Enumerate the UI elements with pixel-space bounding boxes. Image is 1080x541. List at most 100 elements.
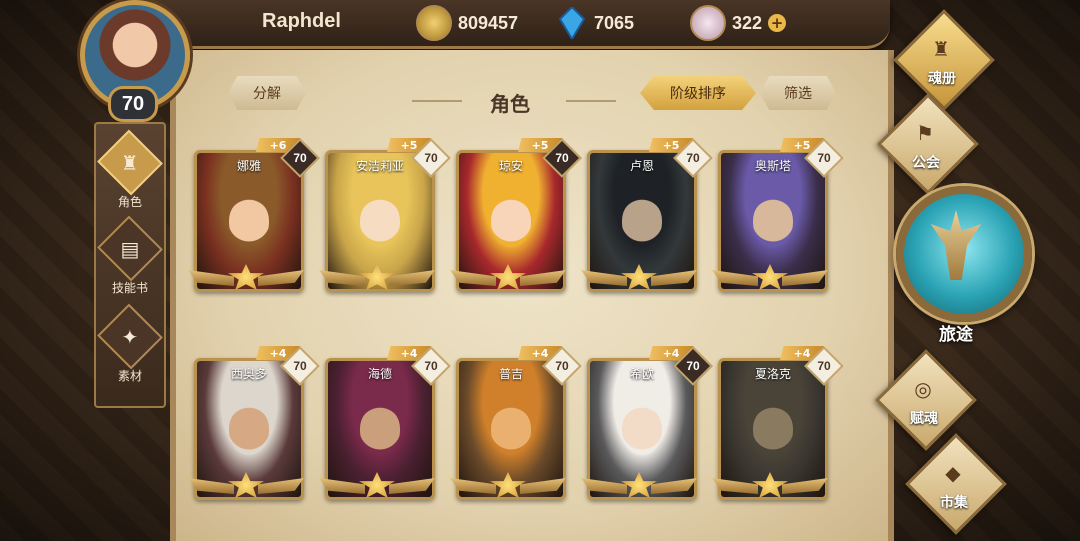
hero-level: 70: [817, 151, 831, 165]
hero-card[interactable]: 海德 +4 70: [319, 346, 451, 500]
rank-crest: [581, 472, 697, 500]
blue-crystal-icon: [556, 7, 588, 39]
skill-book-icon: ▤: [120, 236, 140, 261]
market-icon: ◆: [945, 461, 961, 485]
hero-level: 70: [686, 151, 700, 165]
rank-crest: [712, 472, 828, 500]
hero-level: 70: [686, 359, 700, 373]
gold-resource[interactable]: 809457: [416, 5, 519, 41]
hero-face: [622, 199, 662, 247]
hero-card[interactable]: 娜雅 +6 70: [188, 138, 320, 292]
gold-amount: 809457: [458, 12, 519, 33]
soul-book-label: 魂册: [928, 71, 956, 87]
rank-crest: [319, 264, 435, 292]
rank-crest: [581, 264, 697, 292]
rank-crest: [188, 472, 304, 500]
soul-book-icon: ♜: [932, 37, 950, 61]
gem-amount: 322: [732, 12, 763, 33]
crest-wing-left: [450, 270, 496, 286]
tab-label: 技能书: [111, 281, 148, 295]
hero-face: [753, 407, 793, 455]
hero-level: 70: [817, 359, 831, 373]
crest-wing-right: [258, 270, 304, 286]
tab-materials[interactable]: ✦ 素材: [96, 303, 164, 384]
soul-book-button[interactable]: ♜ 魂册: [893, 9, 995, 111]
hero-face: [360, 407, 400, 455]
hero-level: 70: [293, 151, 307, 165]
hero-face: [229, 199, 269, 247]
crest-wing-left: [712, 478, 758, 494]
hero-card[interactable]: 奥斯塔 +5 70: [712, 138, 844, 292]
guild-icon: ⚑: [916, 121, 934, 145]
crystal-resource[interactable]: 7065: [556, 6, 634, 40]
hero-card[interactable]: 夏洛克 +4 70: [712, 346, 844, 500]
crest-wing-right: [651, 270, 697, 286]
soul-infuse-icon: ◎: [914, 377, 932, 401]
crest-wing-right: [520, 270, 566, 286]
hero-face: [360, 199, 400, 247]
sort-by-rank-button[interactable]: 阶级排序: [640, 76, 756, 110]
title-flourish-right: [566, 100, 616, 102]
player-level: 70: [108, 86, 158, 122]
gem-resource[interactable]: 322 +: [690, 5, 787, 41]
material-icon: ✦: [121, 324, 139, 349]
decompose-button[interactable]: 分解: [228, 76, 306, 110]
rank-crest: [319, 472, 435, 500]
market-label: 市集: [940, 495, 968, 511]
hero-face: [622, 407, 662, 455]
rank-crest: [450, 472, 566, 500]
crest-wing-left: [188, 478, 234, 494]
title-flourish-left: [412, 100, 462, 102]
add-gem-button[interactable]: +: [768, 14, 787, 32]
hero-face: [491, 407, 531, 455]
tab-label: 素材: [117, 369, 142, 383]
hero-face: [491, 199, 531, 247]
player-name: Raphdel: [262, 10, 341, 32]
tab-heroes[interactable]: ♜ 角色: [96, 129, 164, 210]
hero-level: 70: [424, 151, 438, 165]
hero-level: 70: [555, 151, 569, 165]
tab-label: 角色: [117, 195, 142, 209]
crest-wing-left: [581, 478, 627, 494]
crest-wing-left: [188, 270, 234, 286]
crystal-amount: 7065: [594, 12, 635, 33]
tab-skill-books[interactable]: ▤ 技能书: [96, 215, 164, 296]
crest-wing-right: [782, 270, 828, 286]
hero-card[interactable]: 琼安 +5 70: [450, 138, 582, 292]
rank-crest: [712, 264, 828, 292]
hero-face: [753, 199, 793, 247]
crest-wing-left: [581, 270, 627, 286]
helmet-icon: ♜: [121, 150, 139, 175]
market-button[interactable]: ◆ 市集: [905, 433, 1007, 535]
crest-wing-right: [389, 270, 435, 286]
hero-face: [229, 407, 269, 455]
hero-level: 70: [424, 359, 438, 373]
crest-wing-left: [319, 478, 365, 494]
crest-wing-right: [389, 478, 435, 494]
journey-label: 旅途: [939, 325, 973, 345]
gold-coin-icon: [416, 5, 452, 41]
crest-wing-right: [258, 478, 304, 494]
hero-card[interactable]: 卢恩 +5 70: [581, 138, 713, 292]
hero-card[interactable]: 希欧 +4 70: [581, 346, 713, 500]
hero-level: 70: [555, 359, 569, 373]
hero-card[interactable]: 普吉 +4 70: [450, 346, 582, 500]
filter-button[interactable]: 筛选: [760, 76, 836, 110]
hero-level: 70: [293, 359, 307, 373]
crest-wing-right: [520, 478, 566, 494]
hero-card[interactable]: 西奥多 +4 70: [188, 346, 320, 500]
crest-wing-left: [712, 270, 758, 286]
rank-crest: [450, 264, 566, 292]
crest-wing-left: [319, 270, 365, 286]
guild-button[interactable]: ⚑ 公会: [877, 93, 979, 195]
left-tab-bar: ♜ 角色 ▤ 技能书 ✦ 素材: [94, 122, 166, 408]
gem-icon: [690, 5, 726, 41]
panel-title: 角色: [490, 92, 530, 116]
guild-label: 公会: [912, 155, 940, 171]
player-avatar[interactable]: 70: [62, 0, 196, 122]
hero-card[interactable]: 安洁莉亚 +5 70: [319, 138, 451, 292]
crest-wing-right: [782, 478, 828, 494]
journey-button[interactable]: 旅途: [888, 180, 1032, 350]
soul-infuse-button[interactable]: ◎ 赋魂: [875, 349, 977, 451]
soul-infuse-label: 赋魂: [910, 411, 938, 427]
